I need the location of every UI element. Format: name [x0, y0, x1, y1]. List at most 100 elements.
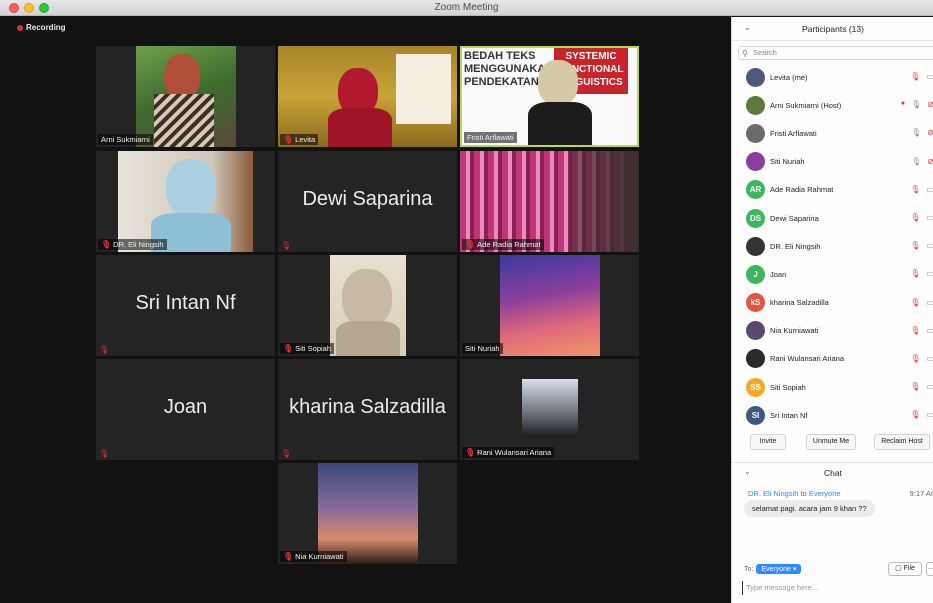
- video-off-icon: ⊘: [927, 156, 933, 166]
- unmute-me-button[interactable]: Unmute Me: [806, 434, 856, 450]
- participant-clothing: [528, 102, 592, 145]
- muted-mic-icon: 🎙: [281, 241, 292, 250]
- video-tile-rani[interactable]: 🎙 Rani Wulansari Ariana: [460, 359, 639, 460]
- video-tile-fristi-active-speaker[interactable]: BEDAH TEKS MENGGUNAKAN PENDEKATAN SYSTEMIC…: [460, 46, 639, 147]
- avatar: SI: [746, 405, 765, 425]
- video-tile-ade[interactable]: 🎙 Ade Radia Rahmat: [460, 151, 639, 252]
- video-icon: ▭: [926, 241, 933, 251]
- chat-message-input[interactable]: Type message here...: [742, 581, 930, 595]
- video-icon: ▭: [926, 269, 933, 279]
- participant-row[interactable]: Arni Sukmiarni (Host) ● 🎙 ⊘: [732, 91, 933, 119]
- avatar: SS: [746, 377, 765, 397]
- tile-name-label: 🎙 Rani Wulansari Ariana: [462, 447, 555, 458]
- participant-status-icons: 🎙 ▭: [910, 185, 933, 194]
- participant-row[interactable]: Levita (me) 🎙 ▭: [732, 63, 933, 91]
- to-label: To:: [744, 565, 754, 573]
- video-icon: ▭: [926, 184, 933, 194]
- participant-status-icons: ● 🎙 ⊘: [901, 100, 933, 109]
- muted-mic-icon: 🎙: [101, 240, 112, 249]
- participant-status-icons: 🎙 ▭: [910, 269, 933, 278]
- participant-row[interactable]: DR. Eli Ningsih 🎙 ▭: [732, 232, 933, 260]
- muted-mic-icon: 🎙: [910, 325, 921, 335]
- video-feed: [522, 379, 578, 437]
- participant-list: Levita (me) 🎙 ▭ Arni Sukmiarni (Host) ● 🎙 ⊘ Fri…: [732, 63, 933, 429]
- file-button[interactable]: ▢ File: [888, 562, 922, 576]
- tile-name-label: 🎙 Siti Sopiah: [280, 343, 335, 354]
- tile-display-name: Dewi Saparina: [302, 188, 433, 210]
- participant-name: Arni Sukmiarni (Host): [770, 100, 842, 110]
- muted-mic-icon: 🎙: [281, 449, 292, 458]
- participant-row[interactable]: DS Dewi Saparina 🎙 ▭: [732, 204, 933, 232]
- chat-to-word: to: [800, 489, 807, 498]
- participant-name: Dewi Saparina: [770, 213, 819, 223]
- participant-row[interactable]: AR Ade Radia Rahmat 🎙 ▭: [732, 176, 933, 204]
- virtual-background-poster: [396, 54, 451, 124]
- participant-name: Levita (me): [770, 72, 808, 82]
- participant-name: Joan: [770, 269, 787, 279]
- room-wall: [570, 151, 639, 252]
- participant-silhouette: [166, 159, 216, 217]
- video-feed: [318, 463, 418, 564]
- video-tile-nia[interactable]: 🎙 Nia Kurniawati: [278, 463, 457, 564]
- reclaim-host-button[interactable]: Reclaim Host: [874, 434, 930, 450]
- search-icon: ⚲: [742, 49, 748, 58]
- chat-header: ⌄ Chat: [732, 462, 933, 480]
- muted-mic-icon: 🎙: [283, 552, 294, 561]
- video-tile-sri[interactable]: Sri Intan Nf 🎙: [96, 255, 275, 356]
- participant-row[interactable]: Nia Kurniawati 🎙 ▭: [732, 317, 933, 345]
- avatar: kS: [746, 293, 765, 313]
- participant-clothing: [154, 94, 214, 147]
- avatar: [746, 95, 765, 115]
- muted-mic-icon: 🎙: [910, 241, 921, 251]
- recording-status-icon: ●: [900, 100, 906, 108]
- video-tile-eli[interactable]: 🎙 DR. Eli Ningsih: [96, 151, 275, 252]
- participant-search-input[interactable]: ⚲ Search: [738, 46, 933, 60]
- recording-label: Recording: [26, 23, 66, 32]
- chat-title: Chat: [824, 468, 842, 478]
- avatar: [746, 349, 765, 369]
- participant-row[interactable]: SS Siti Sopiah 🎙 ▭: [732, 373, 933, 401]
- participant-name: DR. Eli Ningsih: [770, 241, 821, 251]
- participant-row[interactable]: Rani Wulansari Ariana 🎙 ▭: [732, 345, 933, 373]
- participant-silhouette: [342, 269, 392, 327]
- participant-status-icons: 🎙 ▭: [910, 410, 933, 419]
- participant-status-icons: 🎙 ▭: [910, 241, 933, 250]
- muted-mic-icon: 🎙: [99, 345, 110, 354]
- file-icon: ▢: [895, 565, 902, 572]
- participants-title: Participants (13): [802, 24, 864, 34]
- recipient-dropdown[interactable]: Everyone ▾: [756, 564, 802, 574]
- muted-mic-icon: 🎙: [910, 410, 921, 420]
- participant-row[interactable]: Fristi Arflawati 🎙 ⊘: [732, 119, 933, 147]
- avatar: [746, 321, 765, 341]
- video-off-icon: ⊘: [927, 128, 933, 138]
- muted-mic-icon: 🎙: [910, 353, 921, 363]
- video-tile-arni[interactable]: Arni Sukmiarni: [96, 46, 275, 147]
- video-icon: ▭: [926, 353, 933, 363]
- muted-mic-icon: 🎙: [283, 135, 294, 144]
- video-tile-sofiah[interactable]: 🎙 Siti Sopiah: [278, 255, 457, 356]
- video-tile-kharina[interactable]: kharina Salzadilla 🎙: [278, 359, 457, 460]
- participant-row[interactable]: kS kharina Salzadilla 🎙 ▭: [732, 289, 933, 317]
- video-tile-dewi[interactable]: Dewi Saparina 🎙: [278, 151, 457, 252]
- invite-button[interactable]: Invite: [750, 434, 786, 450]
- participant-row[interactable]: Siti Nuriah 🎙 ⊘: [732, 148, 933, 176]
- participant-status-icons: 🎙 ⊘: [911, 157, 933, 166]
- participant-silhouette: [538, 60, 578, 106]
- more-options-button[interactable]: ...: [926, 562, 933, 576]
- video-tile-joan[interactable]: Joan 🎙: [96, 359, 275, 460]
- recording-indicator[interactable]: Recording: [17, 23, 66, 32]
- participants-header: ⌄ Participants (13): [732, 17, 933, 41]
- participant-status-icons: 🎙 ▭: [910, 326, 933, 335]
- video-tile-levita[interactable]: 🎙 Levita: [278, 46, 457, 147]
- tile-display-name: Joan: [163, 396, 208, 418]
- video-tile-nuriah[interactable]: Siti Nuriah: [460, 255, 639, 356]
- muted-mic-icon: 🎙: [465, 448, 476, 457]
- muted-mic-icon: 🎙: [910, 184, 921, 194]
- participant-row[interactable]: SI Sri Intan Nf 🎙 ▭: [732, 401, 933, 429]
- participant-clothing: [336, 321, 400, 356]
- participant-row[interactable]: J Joan 🎙 ▭: [732, 260, 933, 288]
- tile-name-label: Siti Nuriah: [462, 343, 503, 354]
- avatar: [746, 67, 765, 87]
- mic-icon: 🎙: [911, 100, 922, 110]
- avatar: DS: [746, 208, 765, 228]
